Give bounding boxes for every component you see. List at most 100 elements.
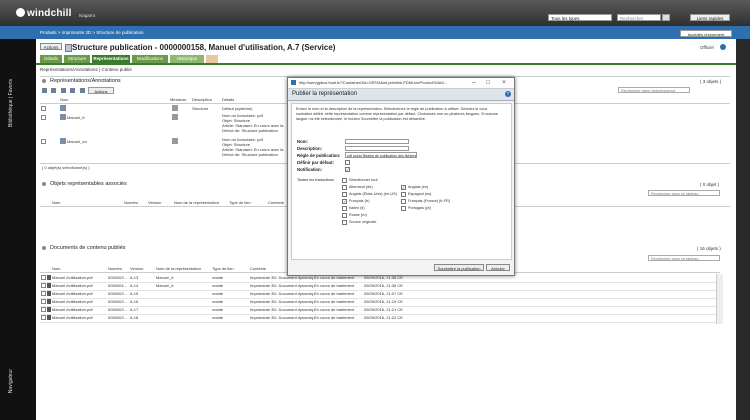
- recently-accessed-button[interactable]: Accédés récemment: [680, 30, 732, 37]
- row-name[interactable]: Manuel d'utilisation.pdf: [52, 275, 93, 280]
- dialog-titlebar[interactable]: http://servgpbcs.fcad.fr/?ContainerOid=O…: [288, 78, 514, 89]
- row-name[interactable]: Manuel d'utilisation.pdf: [52, 283, 93, 288]
- collapse-icon[interactable]: [42, 79, 46, 83]
- notification-checkbox[interactable]: ✓: [345, 167, 350, 172]
- section-title-published-documents[interactable]: Documents de contenu publiés: [50, 245, 126, 251]
- language-checkbox[interactable]: [342, 220, 347, 225]
- column-header-number[interactable]: Numéro: [108, 266, 122, 271]
- search-icon[interactable]: [662, 14, 670, 21]
- column-header-context[interactable]: Contexte: [250, 266, 266, 271]
- language-checkbox[interactable]: [401, 206, 406, 211]
- tab-structure[interactable]: Structure: [64, 55, 90, 63]
- sub-navigation[interactable]: Représentations/Annotations | Contenu pu…: [40, 67, 132, 72]
- column-header-link-type[interactable]: Type de lien: [229, 200, 251, 205]
- thumbnail-icon[interactable]: [172, 105, 178, 111]
- maximize-icon[interactable]: □: [482, 79, 494, 87]
- row-name[interactable]: Manuel d'utilisation.pdf: [52, 315, 93, 320]
- row-name[interactable]: Manuel_en: [67, 139, 87, 144]
- section-title-representations[interactable]: Représentations/Annotations: [50, 78, 121, 84]
- column-header-details[interactable]: Détails: [222, 97, 234, 102]
- tab-modifications[interactable]: Modifications: [132, 55, 168, 63]
- search-type-select[interactable]: Tous les types: [548, 14, 612, 21]
- row-checkbox[interactable]: [41, 283, 46, 288]
- thumbnail-icon[interactable]: [172, 114, 178, 120]
- language-checkbox[interactable]: ✓: [401, 185, 406, 190]
- sidebar-library-favorites[interactable]: Bibliothèque | Favoris: [8, 79, 14, 127]
- close-icon[interactable]: ×: [498, 79, 510, 87]
- column-header-context[interactable]: Contexte: [268, 200, 284, 205]
- language-checkbox[interactable]: [342, 213, 347, 218]
- help-icon[interactable]: ?: [505, 91, 511, 97]
- tab-details[interactable]: Détails: [40, 55, 62, 63]
- add-tab-button[interactable]: [206, 55, 218, 63]
- breadcrumb[interactable]: Produits > Imprimante 3D > Structure de …: [40, 30, 144, 35]
- search-input[interactable]: Rechercher: [617, 14, 661, 21]
- refresh-icon[interactable]: [79, 88, 85, 93]
- tree-filter-input[interactable]: Rechercher dans l'arborescence: [618, 87, 690, 93]
- view-icon[interactable]: [51, 88, 57, 93]
- user-name[interactable]: Nagarro: [79, 13, 95, 18]
- sidebar-navigator[interactable]: Navigateur: [8, 369, 14, 393]
- minimize-icon[interactable]: –: [468, 79, 480, 87]
- row-checkbox[interactable]: [41, 115, 46, 120]
- language-checkbox[interactable]: [401, 199, 406, 204]
- row-checkbox[interactable]: [41, 299, 46, 304]
- description-input[interactable]: [345, 146, 409, 151]
- row-name[interactable]: Manuel_fr: [67, 115, 85, 120]
- row-name[interactable]: Manuel d'utilisation.pdf: [52, 299, 93, 304]
- collapse-icon[interactable]: [42, 182, 46, 186]
- row-checkbox[interactable]: [41, 275, 46, 280]
- actions-button[interactable]: Actions: [40, 43, 62, 50]
- column-header-link-type[interactable]: Type de lien: [212, 266, 234, 271]
- table-scrollbar[interactable]: [716, 274, 723, 324]
- row-checkbox[interactable]: [41, 106, 46, 111]
- table-actions-button[interactable]: Actions: [88, 87, 114, 94]
- tab-history[interactable]: Historique: [170, 55, 204, 63]
- row-context[interactable]: Imprimante 3D: Document dynamiq...: [250, 299, 316, 304]
- row-context[interactable]: Imprimante 3D: Document dynamiq...: [250, 315, 316, 320]
- name-input[interactable]: [345, 139, 409, 144]
- row-checkbox[interactable]: [41, 291, 46, 296]
- app-logo[interactable]: windchill: [16, 8, 72, 19]
- select-all-checkbox[interactable]: [342, 178, 347, 183]
- submit-publication-button[interactable]: Soumettre la publication: [434, 264, 484, 271]
- row-checkbox[interactable]: [41, 307, 46, 312]
- row-name[interactable]: Manuel d'utilisation.pdf: [52, 307, 93, 312]
- row-context[interactable]: Imprimante 3D: Document dynamiq...: [250, 307, 316, 312]
- column-header-version[interactable]: Version: [148, 200, 161, 205]
- column-header-name[interactable]: Nom: [52, 266, 60, 271]
- language-checkbox[interactable]: [342, 192, 347, 197]
- row-name[interactable]: Manuel d'utilisation.pdf: [52, 291, 93, 296]
- default-checkbox[interactable]: [345, 160, 350, 165]
- column-header-name[interactable]: Nom: [60, 97, 68, 102]
- help-icon[interactable]: [720, 44, 726, 50]
- section-title-associated-objects[interactable]: Objets représentables associés: [50, 181, 127, 187]
- collapse-icon[interactable]: [42, 246, 46, 250]
- row-checkbox[interactable]: [41, 139, 46, 144]
- language-checkbox[interactable]: ✓: [342, 199, 347, 204]
- new-icon[interactable]: [42, 88, 47, 93]
- column-header-description[interactable]: Description: [192, 97, 212, 102]
- language-checkbox[interactable]: [401, 192, 406, 197]
- logo-icon: [16, 8, 25, 17]
- column-header-representation-name[interactable]: Nom de la représentation: [156, 266, 201, 271]
- cancel-button[interactable]: Annuler: [486, 264, 510, 271]
- table-filter-input[interactable]: Rechercher dans ce tableau: [648, 190, 720, 196]
- row-context[interactable]: Imprimante 3D: Document dynamiq...: [250, 291, 316, 296]
- tab-representations[interactable]: Représentations: [92, 55, 130, 63]
- column-header-version[interactable]: Version: [130, 266, 143, 271]
- language-checkbox[interactable]: [342, 185, 347, 190]
- column-header-name[interactable]: Nom: [52, 200, 60, 205]
- delete-icon[interactable]: [70, 88, 76, 93]
- publish-icon[interactable]: [60, 88, 66, 93]
- quick-links-button[interactable]: Liens rapides: [690, 14, 730, 21]
- row-context[interactable]: Imprimante 3D: Document dynamiq...: [250, 283, 316, 288]
- publication-rule-select[interactable]: pdf using Règles de publication des fich…: [345, 152, 417, 158]
- thumbnail-icon[interactable]: [172, 138, 178, 144]
- column-header-representation-name[interactable]: Nom de la représentation: [174, 200, 219, 205]
- row-checkbox[interactable]: [41, 315, 46, 320]
- table-filter-input[interactable]: Rechercher dans ce tableau: [648, 255, 720, 261]
- language-checkbox[interactable]: [342, 206, 347, 211]
- column-header-number[interactable]: Numéro: [124, 200, 138, 205]
- column-header-thumbnail[interactable]: Miniature: [170, 97, 186, 102]
